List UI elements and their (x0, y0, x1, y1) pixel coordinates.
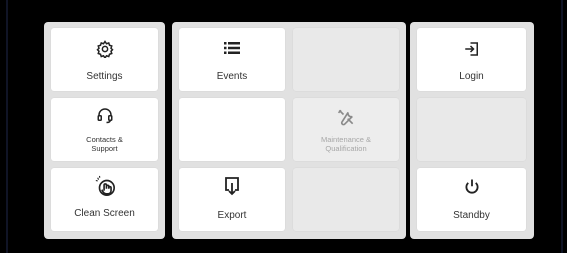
settings-label: Settings (86, 71, 123, 82)
clean-screen-label: Clean Screen (74, 208, 135, 219)
empty-tile (293, 28, 399, 91)
right-panel: Login Standby (410, 22, 534, 239)
maintenance-label-1: Maintenance & (320, 135, 372, 144)
export-label: Export (217, 210, 247, 221)
list-icon (223, 40, 241, 56)
power-icon (463, 178, 481, 196)
tools-icon (336, 107, 356, 127)
login-label: Login (459, 71, 484, 82)
settings-button[interactable]: Settings (51, 28, 158, 91)
blank-tile (179, 98, 285, 161)
maintenance-qualification-button[interactable]: Maintenance & Qualification (293, 98, 399, 161)
events-button[interactable]: Events (179, 28, 285, 91)
contacts-support-label-1: Contacts & (86, 135, 123, 144)
gear-icon (95, 40, 114, 58)
center-panel: Events Maintenance & Qualification Expor… (172, 22, 406, 239)
hand-tap-icon (94, 175, 116, 197)
login-button[interactable]: Login (417, 28, 526, 91)
standby-button[interactable]: Standby (417, 168, 526, 231)
clean-screen-button[interactable]: Clean Screen (51, 168, 158, 231)
left-panel: Settings Contacts & Support Clean Screen (44, 22, 165, 239)
empty-tile (293, 168, 399, 231)
contacts-support-label-2: Support (91, 144, 118, 153)
events-label: Events (216, 71, 248, 82)
launcher-screen: Settings Contacts & Support Clean Screen… (0, 0, 567, 253)
empty-tile (417, 98, 526, 161)
headset-icon (96, 106, 114, 124)
export-icon (223, 176, 241, 196)
maintenance-label-2: Qualification (325, 144, 367, 153)
export-button[interactable]: Export (179, 168, 285, 231)
standby-label: Standby (453, 210, 490, 221)
login-icon (463, 40, 481, 58)
contacts-support-button[interactable]: Contacts & Support (51, 98, 158, 161)
